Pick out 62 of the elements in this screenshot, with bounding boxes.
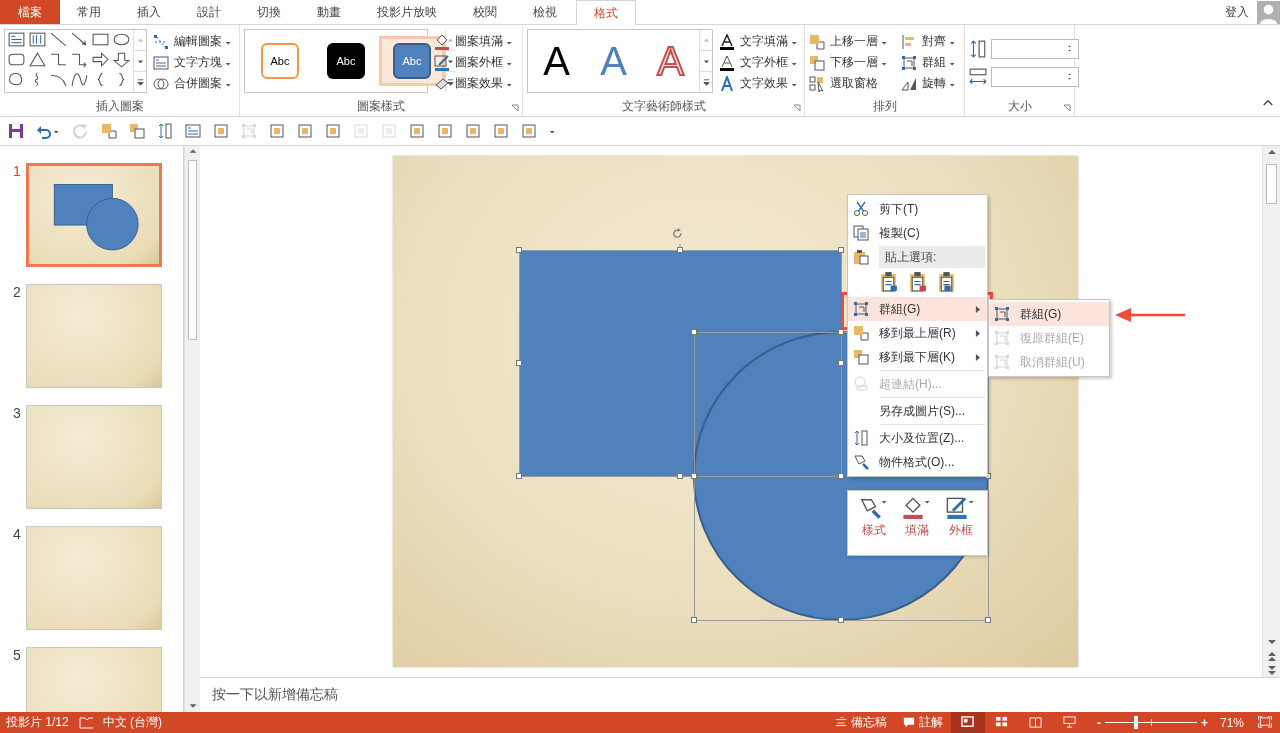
ribbon-tab[interactable]: 常用 — [60, 0, 118, 24]
language-indicator[interactable]: 中文 (台灣) — [102, 714, 163, 731]
ribbon-command[interactable]: 編輯圖案 — [153, 33, 233, 50]
group-label: 文字藝術師樣式 — [621, 99, 706, 113]
style-preset[interactable]: Abc — [379, 36, 445, 86]
sign-in-link[interactable]: 登入 — [1225, 3, 1249, 21]
slide-number: 1 — [12, 163, 22, 179]
comments-button[interactable]: 註解 — [894, 712, 951, 733]
notes-button[interactable]: 備忘稿 — [826, 712, 895, 733]
menu-item[interactable]: 物件格式(O)... — [848, 450, 987, 474]
menu-item[interactable]: 複製(C) — [848, 221, 987, 245]
style-preset[interactable]: Abc — [247, 36, 313, 86]
ribbon-command[interactable]: 文字外框 — [719, 54, 799, 71]
ribbon-command[interactable]: 下移一層 — [809, 54, 889, 71]
slide-number: 5 — [12, 647, 22, 663]
wordart-preset[interactable]: A — [585, 41, 642, 81]
ribbon-command[interactable]: 合併圖案 — [153, 75, 233, 92]
ribbon-tab[interactable]: 校閱 — [456, 0, 514, 24]
slide-indicator: 投影片 1/12 — [6, 714, 69, 731]
ribbon-command[interactable]: 圖案填滿 — [434, 33, 514, 50]
slide-number: 4 — [12, 526, 22, 542]
mini-toolbar-button[interactable]: 樣式 — [858, 497, 889, 549]
mini-toolbar-button[interactable]: 外框 — [946, 497, 977, 549]
menu-header: 貼上選項: — [879, 246, 985, 268]
ribbon-command[interactable]: 文字效果 — [719, 75, 799, 92]
ribbon-tab[interactable]: 設計 — [180, 0, 238, 24]
ribbon-tab[interactable]: 檢視 — [516, 0, 574, 24]
ribbon-command[interactable]: 選取窗格 — [809, 75, 889, 92]
group-label: 排列 — [872, 99, 897, 113]
zoom-out-button[interactable]: - — [1096, 715, 1101, 730]
menu-item[interactable]: 剪下(T) — [848, 197, 987, 221]
slide-number: 2 — [12, 284, 22, 300]
ribbon-tab[interactable]: 動畫 — [300, 0, 358, 24]
mini-toolbar-button[interactable]: 填滿 — [902, 497, 933, 549]
ribbon-command[interactable]: 文字方塊 — [153, 54, 233, 71]
ribbon-command[interactable]: 旋轉 — [901, 75, 957, 92]
style-preset[interactable]: Abc — [313, 36, 379, 86]
menu-item[interactable]: 移到最上層(R) — [848, 321, 987, 345]
ribbon-tab[interactable]: 投影片放映 — [360, 0, 454, 24]
notes-field[interactable]: 按一下以新增備忘稿 — [212, 686, 338, 704]
menu-item[interactable]: 另存成圖片(S)... — [848, 399, 987, 423]
menu-item[interactable]: 大小及位置(Z)... — [848, 426, 987, 450]
ribbon-command[interactable]: 圖案外框 — [434, 54, 514, 71]
ribbon-tab[interactable]: 插入 — [120, 0, 178, 24]
ribbon-command[interactable]: 群組 — [901, 54, 957, 71]
file-tab[interactable]: 檔案 — [0, 0, 60, 24]
zoom-percent[interactable]: 71% — [1219, 715, 1244, 730]
ribbon-tab[interactable]: 格式 — [576, 0, 636, 25]
slide-number: 3 — [12, 405, 22, 421]
wordart-preset[interactable]: A — [528, 41, 585, 81]
menu-item[interactable]: 群組(G) — [848, 297, 987, 321]
group-label: 插入圖案 — [95, 99, 144, 113]
ribbon-command[interactable]: 對齊 — [901, 33, 957, 50]
ribbon-command[interactable]: 圖案效果 — [434, 75, 514, 92]
menu-item[interactable]: 移到最下層(K) — [848, 345, 987, 369]
group-label: 圖案樣式 — [357, 99, 405, 113]
ribbon-command[interactable]: 上移一層 — [809, 33, 889, 50]
ribbon-tab[interactable]: 切換 — [240, 0, 298, 24]
menu-item[interactable]: 群組(G) — [989, 302, 1109, 326]
ribbon-command[interactable]: 文字填滿 — [719, 33, 799, 50]
zoom-in-button[interactable]: + — [1200, 715, 1208, 730]
group-label: 大小 — [1007, 99, 1032, 113]
